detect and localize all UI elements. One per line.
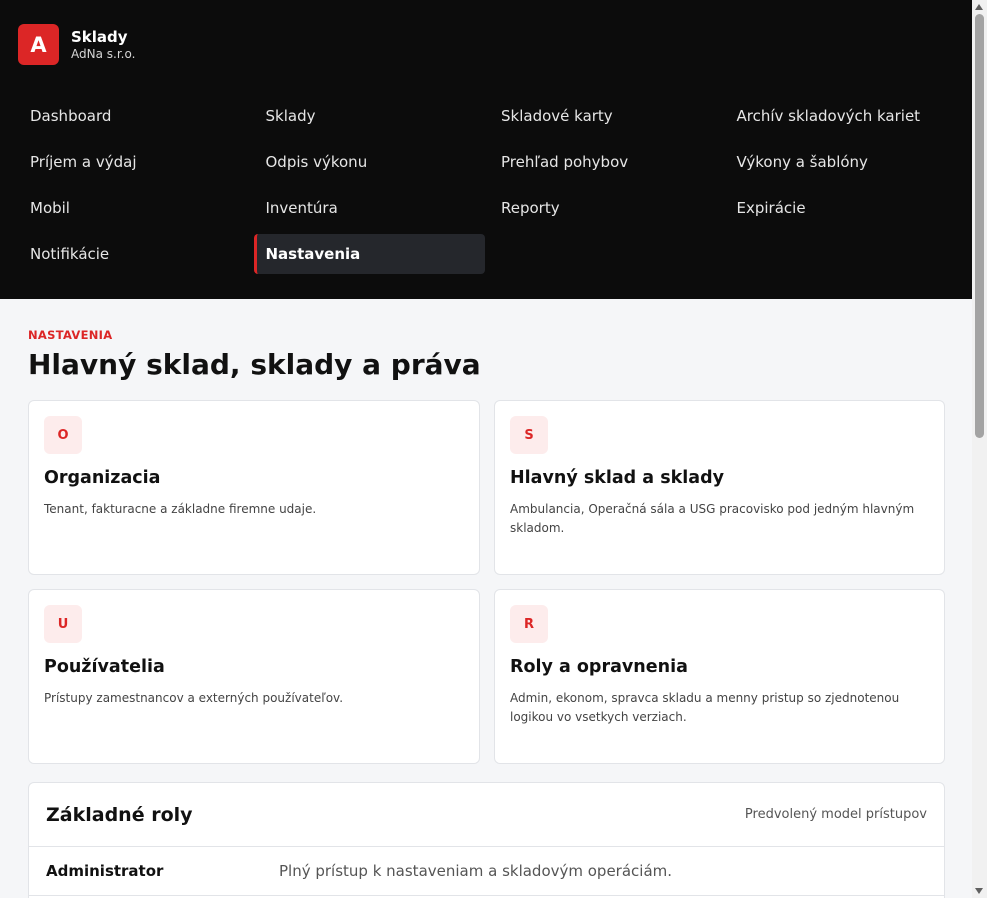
scroll-down-arrow-icon[interactable] — [975, 888, 983, 894]
company-name: AdNa s.r.o. — [71, 46, 136, 61]
card-description: Admin, ekonom, spravca skladu a menny pr… — [510, 691, 900, 724]
nav-item-odpis-vykonu[interactable]: Odpis výkonu — [254, 142, 485, 182]
nav-item-dashboard[interactable]: Dashboard — [18, 96, 249, 136]
nav-item-expiracie[interactable]: Expirácie — [725, 188, 956, 228]
card-roly-a-opravnenia[interactable]: R Roly a opravnenia Admin, ekonom, sprav… — [494, 589, 945, 764]
nav-item-sklady[interactable]: Sklady — [254, 96, 485, 136]
section-label: NASTAVENIA — [28, 328, 113, 342]
nav-item-vykony-a-sablony[interactable]: Výkony a šablóny — [725, 142, 956, 182]
nav-item-mobil[interactable]: Mobil — [18, 188, 249, 228]
app-logo: A — [18, 24, 59, 65]
card-pouzivatelia[interactable]: U Používatelia Prístupy zamestnancov a e… — [28, 589, 480, 764]
role-description: Plný prístup k nastaveniam a skladovým o… — [279, 862, 673, 880]
card-badge: S — [510, 416, 548, 454]
nav-item-archiv-skladovych-kariet[interactable]: Archív skladových kariet — [725, 96, 956, 136]
top-navigation-bar: A Sklady AdNa s.r.o. Dashboard Sklady Sk… — [0, 0, 972, 299]
card-badge: O — [44, 416, 82, 454]
vertical-scrollbar[interactable] — [972, 0, 987, 898]
card-badge: U — [44, 605, 82, 643]
nav-item-prijem-a-vydaj[interactable]: Príjem a výdaj — [18, 142, 249, 182]
nav-item-skladove-karty[interactable]: Skladové karty — [489, 96, 720, 136]
nav-item-prehlad-pohybov[interactable]: Prehľad pohybov — [489, 142, 720, 182]
page-title: Hlavný sklad, sklady a práva — [28, 348, 481, 381]
brand[interactable]: A Sklady AdNa s.r.o. — [18, 24, 135, 65]
card-description: Tenant, fakturacne a základne firemne ud… — [44, 502, 317, 516]
card-title: Hlavný sklad a sklady — [510, 468, 724, 488]
card-hlavny-sklad-a-sklady[interactable]: S Hlavný sklad a sklady Ambulancia, Oper… — [494, 400, 945, 575]
card-title: Roly a opravnenia — [510, 657, 688, 677]
card-title: Používatelia — [44, 657, 165, 677]
nav-item-notifikacie[interactable]: Notifikácie — [18, 234, 249, 274]
role-name: Administrator — [46, 862, 164, 880]
card-badge: R — [510, 605, 548, 643]
card-title: Organizacia — [44, 468, 161, 488]
roles-title: Základné roly — [46, 803, 193, 826]
app-name: Sklady — [71, 27, 128, 46]
brand-text: Sklady AdNa s.r.o. — [71, 28, 135, 62]
nav-item-inventura[interactable]: Inventúra — [254, 188, 485, 228]
nav-item-nastavenia[interactable]: Nastavenia — [253, 234, 485, 274]
card-description: Ambulancia, Operačná sála a USG pracovis… — [510, 502, 915, 535]
table-row[interactable]: Administrator Plný prístup k nastaveniam… — [29, 847, 944, 896]
card-organizacia[interactable]: O Organizacia Tenant, fakturacne a zákla… — [28, 400, 480, 575]
roles-hint: Predvolený model prístupov — [744, 807, 927, 822]
card-description: Prístupy zamestnancov a externých použív… — [44, 691, 344, 705]
nav-item-reporty[interactable]: Reporty — [489, 188, 720, 228]
scroll-up-arrow-icon[interactable] — [975, 4, 983, 10]
roles-table: Základné roly Predvolený model prístupov… — [28, 782, 945, 898]
roles-header: Základné roly Predvolený model prístupov — [29, 783, 944, 847]
scrollbar-thumb[interactable] — [975, 14, 984, 438]
main-nav: Dashboard Sklady Skladové karty Archív s… — [18, 96, 954, 274]
